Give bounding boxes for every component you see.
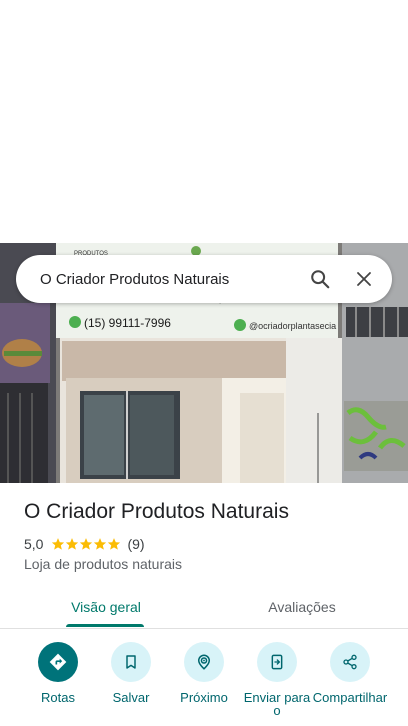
directions-button[interactable]: Rotas bbox=[20, 642, 96, 704]
review-count[interactable]: (9) bbox=[127, 536, 144, 552]
send-to-phone-circle bbox=[257, 642, 297, 682]
close-icon bbox=[357, 272, 371, 286]
place-category: Loja de produtos naturais bbox=[24, 556, 182, 572]
share-button[interactable]: Compartilhar bbox=[312, 642, 388, 704]
share-icon bbox=[343, 654, 357, 670]
nearby-icon bbox=[197, 654, 211, 670]
action-row: Rotas Salvar Próximo Enviar para o Compa… bbox=[0, 642, 408, 726]
send-to-phone-icon bbox=[271, 654, 283, 670]
save-circle bbox=[111, 642, 151, 682]
save-button[interactable]: Salvar bbox=[93, 642, 169, 704]
bookmark-icon bbox=[126, 655, 136, 669]
sign-instagram-text: @ocriadorplantasecia bbox=[249, 321, 336, 331]
rating-value: 5,0 bbox=[24, 536, 44, 552]
directions-label: Rotas bbox=[41, 690, 75, 705]
tab-overview[interactable]: Visão geral bbox=[60, 586, 152, 627]
star-icon bbox=[94, 538, 107, 550]
active-tab-indicator bbox=[66, 624, 144, 627]
rating-row[interactable]: 5,0 (9) bbox=[24, 536, 145, 552]
rating-stars bbox=[51, 537, 121, 551]
save-label: Salvar bbox=[112, 690, 150, 705]
directions-icon bbox=[49, 653, 67, 671]
tab-reviews[interactable]: Avaliações bbox=[254, 586, 350, 627]
nearby-circle bbox=[184, 642, 224, 682]
share-circle bbox=[330, 642, 370, 682]
star-icon bbox=[66, 538, 79, 550]
send-to-phone-label: Enviar para o bbox=[243, 690, 311, 718]
star-icon bbox=[108, 538, 121, 550]
directions-circle bbox=[38, 642, 78, 682]
share-label: Compartilhar bbox=[312, 690, 388, 705]
search-icon bbox=[311, 270, 330, 289]
nearby-button[interactable]: Próximo bbox=[166, 642, 242, 704]
nearby-label: Próximo bbox=[180, 690, 228, 705]
search-query[interactable]: O Criador Produtos Naturais bbox=[16, 271, 298, 288]
star-icon bbox=[80, 538, 93, 550]
search-bar[interactable]: O Criador Produtos Naturais bbox=[16, 255, 392, 303]
close-button[interactable] bbox=[342, 257, 386, 301]
search-button[interactable] bbox=[298, 257, 342, 301]
sign-phone-text: (15) 99111-7996 bbox=[84, 316, 171, 330]
tab-bar: Visão geral Avaliações bbox=[0, 586, 408, 629]
star-icon bbox=[52, 538, 65, 550]
place-name: O Criador Produtos Naturais bbox=[24, 500, 289, 523]
send-to-phone-button[interactable]: Enviar para o bbox=[239, 642, 315, 717]
